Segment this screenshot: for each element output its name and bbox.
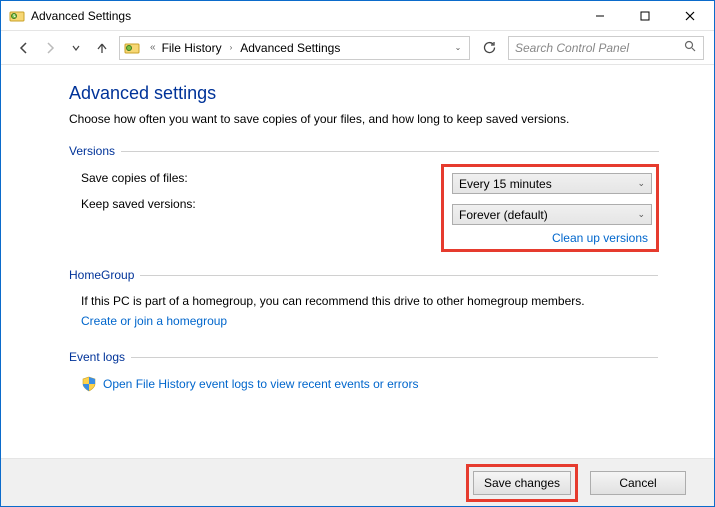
versions-group: Versions Save copies of files: Keep save…: [69, 144, 659, 252]
keep-versions-label: Keep saved versions:: [81, 197, 441, 211]
homegroup-text: If this PC is part of a homegroup, you c…: [81, 294, 658, 308]
chevron-down-icon: ⌄: [637, 209, 645, 220]
maximize-button[interactable]: [622, 1, 667, 30]
forward-button[interactable]: [41, 39, 59, 57]
page-title: Advanced settings: [69, 83, 658, 104]
chevron-right-icon: ›: [228, 43, 235, 52]
footer: Save changes Cancel: [1, 458, 714, 506]
navigation-bar: « File History › Advanced Settings ⌄: [1, 31, 714, 65]
app-icon: [9, 8, 25, 24]
open-eventlogs-link[interactable]: Open File History event logs to view rec…: [103, 377, 418, 391]
refresh-button[interactable]: [478, 37, 500, 59]
chevron-double-left-icon[interactable]: «: [150, 42, 156, 53]
save-copies-value: Every 15 minutes: [459, 177, 552, 191]
window-title: Advanced Settings: [31, 9, 131, 23]
breadcrumb[interactable]: « File History › Advanced Settings ⌄: [119, 36, 470, 60]
minimize-button[interactable]: [577, 1, 622, 30]
close-button[interactable]: [667, 1, 712, 30]
cleanup-versions-link[interactable]: Clean up versions: [552, 231, 648, 245]
save-copies-label: Save copies of files:: [81, 171, 441, 185]
back-button[interactable]: [15, 39, 33, 57]
search-input[interactable]: [515, 41, 684, 55]
window-controls: [577, 1, 712, 30]
homegroup-legend: HomeGroup: [69, 268, 140, 282]
versions-legend: Versions: [69, 144, 121, 158]
breadcrumb-item-filehistory[interactable]: File History: [160, 41, 224, 55]
highlight-box-save: Save changes: [466, 464, 578, 502]
up-button[interactable]: [93, 39, 111, 57]
cancel-button[interactable]: Cancel: [590, 471, 686, 495]
search-icon[interactable]: [684, 40, 697, 56]
content-area: Advanced settings Choose how often you w…: [1, 65, 714, 458]
save-changes-button[interactable]: Save changes: [473, 471, 571, 495]
eventlogs-group: Event logs Open File History event logs …: [69, 350, 658, 398]
homegroup-group: HomeGroup If this PC is part of a homegr…: [69, 268, 658, 334]
window: Advanced Settings « File History › Advan…: [0, 0, 715, 507]
keep-versions-value: Forever (default): [459, 208, 548, 222]
chevron-down-icon[interactable]: ⌄: [451, 43, 465, 52]
page-subtext: Choose how often you want to save copies…: [69, 112, 658, 126]
keep-versions-dropdown[interactable]: Forever (default) ⌄: [452, 204, 652, 225]
chevron-down-icon: ⌄: [637, 178, 645, 189]
breadcrumb-item-advanced[interactable]: Advanced Settings: [238, 41, 342, 55]
titlebar: Advanced Settings: [1, 1, 714, 31]
eventlogs-legend: Event logs: [69, 350, 131, 364]
save-copies-dropdown[interactable]: Every 15 minutes ⌄: [452, 173, 652, 194]
shield-icon: [81, 376, 97, 392]
search-box[interactable]: [508, 36, 704, 60]
recent-locations-button[interactable]: [67, 39, 85, 57]
highlight-box-dropdowns: Every 15 minutes ⌄ Forever (default) ⌄ C…: [441, 164, 659, 252]
breadcrumb-icon: [124, 40, 140, 56]
create-homegroup-link[interactable]: Create or join a homegroup: [81, 314, 227, 328]
